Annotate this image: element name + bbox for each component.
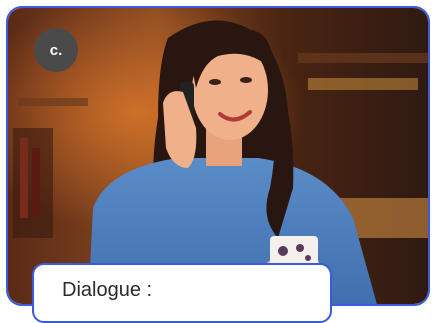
step-badge: c. xyxy=(34,28,78,72)
dialogue-label: Dialogue : xyxy=(62,279,153,301)
lesson-card: c. xyxy=(6,6,430,306)
dialogue-speech-bubble: Dialogue : xyxy=(32,263,332,323)
